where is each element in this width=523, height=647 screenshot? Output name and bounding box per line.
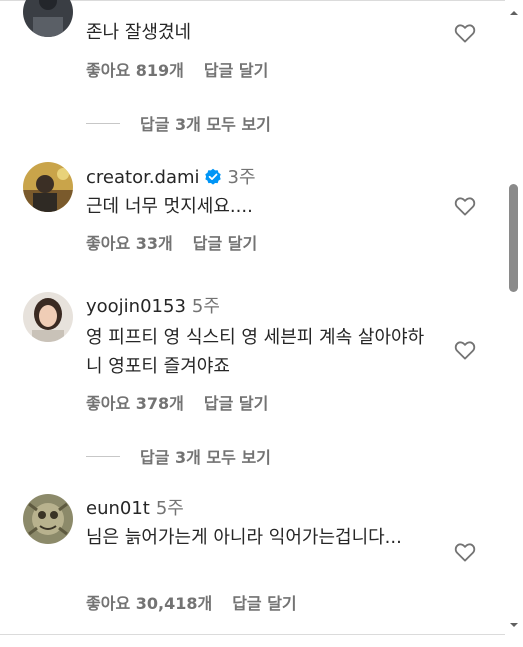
comment-text: 근데 너무 멋지세요....	[86, 196, 253, 217]
comment-text: 존나 잘생겼네	[86, 22, 192, 43]
heart-outline-icon	[454, 24, 476, 43]
top-divider	[0, 0, 523, 1]
avatar[interactable]	[23, 292, 73, 342]
view-replies-button[interactable]: 답글 3개 모두 보기	[86, 111, 271, 135]
like-button[interactable]	[453, 540, 477, 564]
comments-panel: 존나 잘생겼네 좋아요 819개 답글 달기 답글 3개 모두 보기 creato…	[0, 0, 523, 647]
likes-count[interactable]: 좋아요 819개	[86, 61, 184, 80]
reply-button[interactable]: 답글 달기	[204, 394, 268, 413]
scrollbar-thumb[interactable]	[509, 184, 518, 292]
likes-count[interactable]: 좋아요 30,418개	[86, 594, 212, 613]
comment-text: 영 피프티 영 식스티 영 세븐피 계속 살아야하니 영포티 즐겨야죠	[86, 327, 425, 377]
vertical-scrollbar[interactable]	[505, 0, 523, 647]
reply-button[interactable]: 답글 달기	[204, 61, 268, 80]
heart-outline-icon	[454, 543, 476, 562]
reply-button[interactable]: 답글 달기	[193, 234, 257, 253]
like-button[interactable]	[453, 21, 477, 45]
heart-outline-icon	[454, 197, 476, 216]
scroll-up-arrow-icon[interactable]	[509, 3, 519, 15]
comment-actions: 좋아요 30,418개 답글 달기	[86, 593, 297, 615]
avatar[interactable]	[23, 0, 73, 37]
username[interactable]: yoojin0153	[86, 296, 186, 317]
timestamp: 5주	[191, 296, 220, 317]
reply-button[interactable]: 답글 달기	[232, 594, 296, 613]
view-replies-label: 답글 3개 모두 보기	[140, 448, 271, 467]
view-replies-label: 답글 3개 모두 보기	[140, 115, 271, 134]
like-button[interactable]	[453, 338, 477, 362]
likes-count[interactable]: 좋아요 33개	[86, 234, 173, 253]
avatar[interactable]	[23, 162, 73, 212]
replies-divider	[86, 122, 120, 124]
comment-actions: 좋아요 819개 답글 달기	[86, 60, 268, 82]
avatar[interactable]	[23, 494, 73, 544]
comment-header: yoojin0153 5주	[86, 295, 220, 319]
bottom-divider	[0, 634, 505, 635]
verified-badge-icon	[204, 168, 222, 186]
comment-actions: 좋아요 378개 답글 달기	[86, 393, 268, 415]
likes-count[interactable]: 좋아요 378개	[86, 394, 184, 413]
comment-header: eun01t 5주	[86, 497, 184, 521]
comment-text: 님은 늙어가는게 아니라 익어가는겁니다...	[86, 527, 402, 548]
view-replies-button[interactable]: 답글 3개 모두 보기	[86, 444, 271, 468]
timestamp: 3주	[227, 167, 256, 188]
comment-actions: 좋아요 33개 답글 달기	[86, 233, 257, 255]
like-button[interactable]	[453, 194, 477, 218]
username[interactable]: creator.dami	[86, 167, 200, 188]
replies-divider	[86, 455, 120, 457]
comment-header: creator.dami 3주	[86, 166, 256, 190]
username[interactable]: eun01t	[86, 498, 150, 519]
scroll-down-arrow-icon[interactable]	[509, 615, 519, 627]
timestamp: 5주	[155, 498, 184, 519]
heart-outline-icon	[454, 341, 476, 360]
